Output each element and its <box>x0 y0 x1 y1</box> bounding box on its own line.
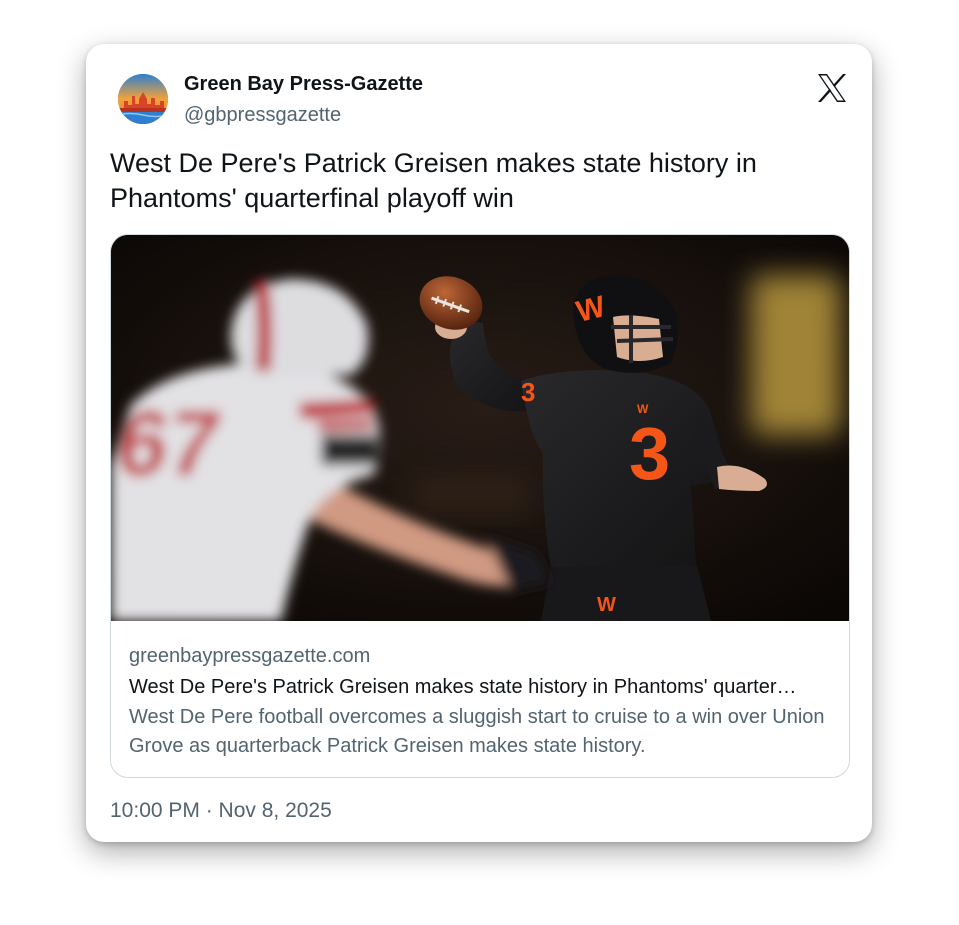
football-quarterback-photo[interactable]: 3 3 W W W 67 <box>111 235 849 621</box>
link-preview-card[interactable]: 3 3 W W W 67 greenbaypressgazette.com We… <box>110 234 850 778</box>
link-domain[interactable]: greenbaypressgazette.com <box>129 643 831 669</box>
link-description: West De Pere football overcomes a sluggi… <box>129 706 825 757</box>
author-display-name[interactable]: Green Bay Press-Gazette <box>184 72 423 96</box>
avatar[interactable] <box>118 74 168 124</box>
author-handle[interactable]: @gbpressgazette <box>184 103 423 127</box>
tweet-text: West De Pere's Patrick Greisen makes sta… <box>110 148 757 213</box>
x-logo-icon[interactable] <box>816 72 848 104</box>
link-meta: greenbaypressgazette.com West De Pere's … <box>129 643 831 761</box>
city-skyline-logo-icon <box>118 74 168 124</box>
link-title[interactable]: West De Pere's Patrick Greisen makes sta… <box>129 674 833 700</box>
author-names: Green Bay Press-Gazette @gbpressgazette <box>184 72 423 127</box>
tweet-card[interactable]: Green Bay Press-Gazette @gbpressgazette … <box>86 44 872 842</box>
tweet-timestamp[interactable]: 10:00 PM · Nov 8, 2025 <box>110 798 332 824</box>
tweet-header: Green Bay Press-Gazette @gbpressgazette <box>118 72 848 128</box>
